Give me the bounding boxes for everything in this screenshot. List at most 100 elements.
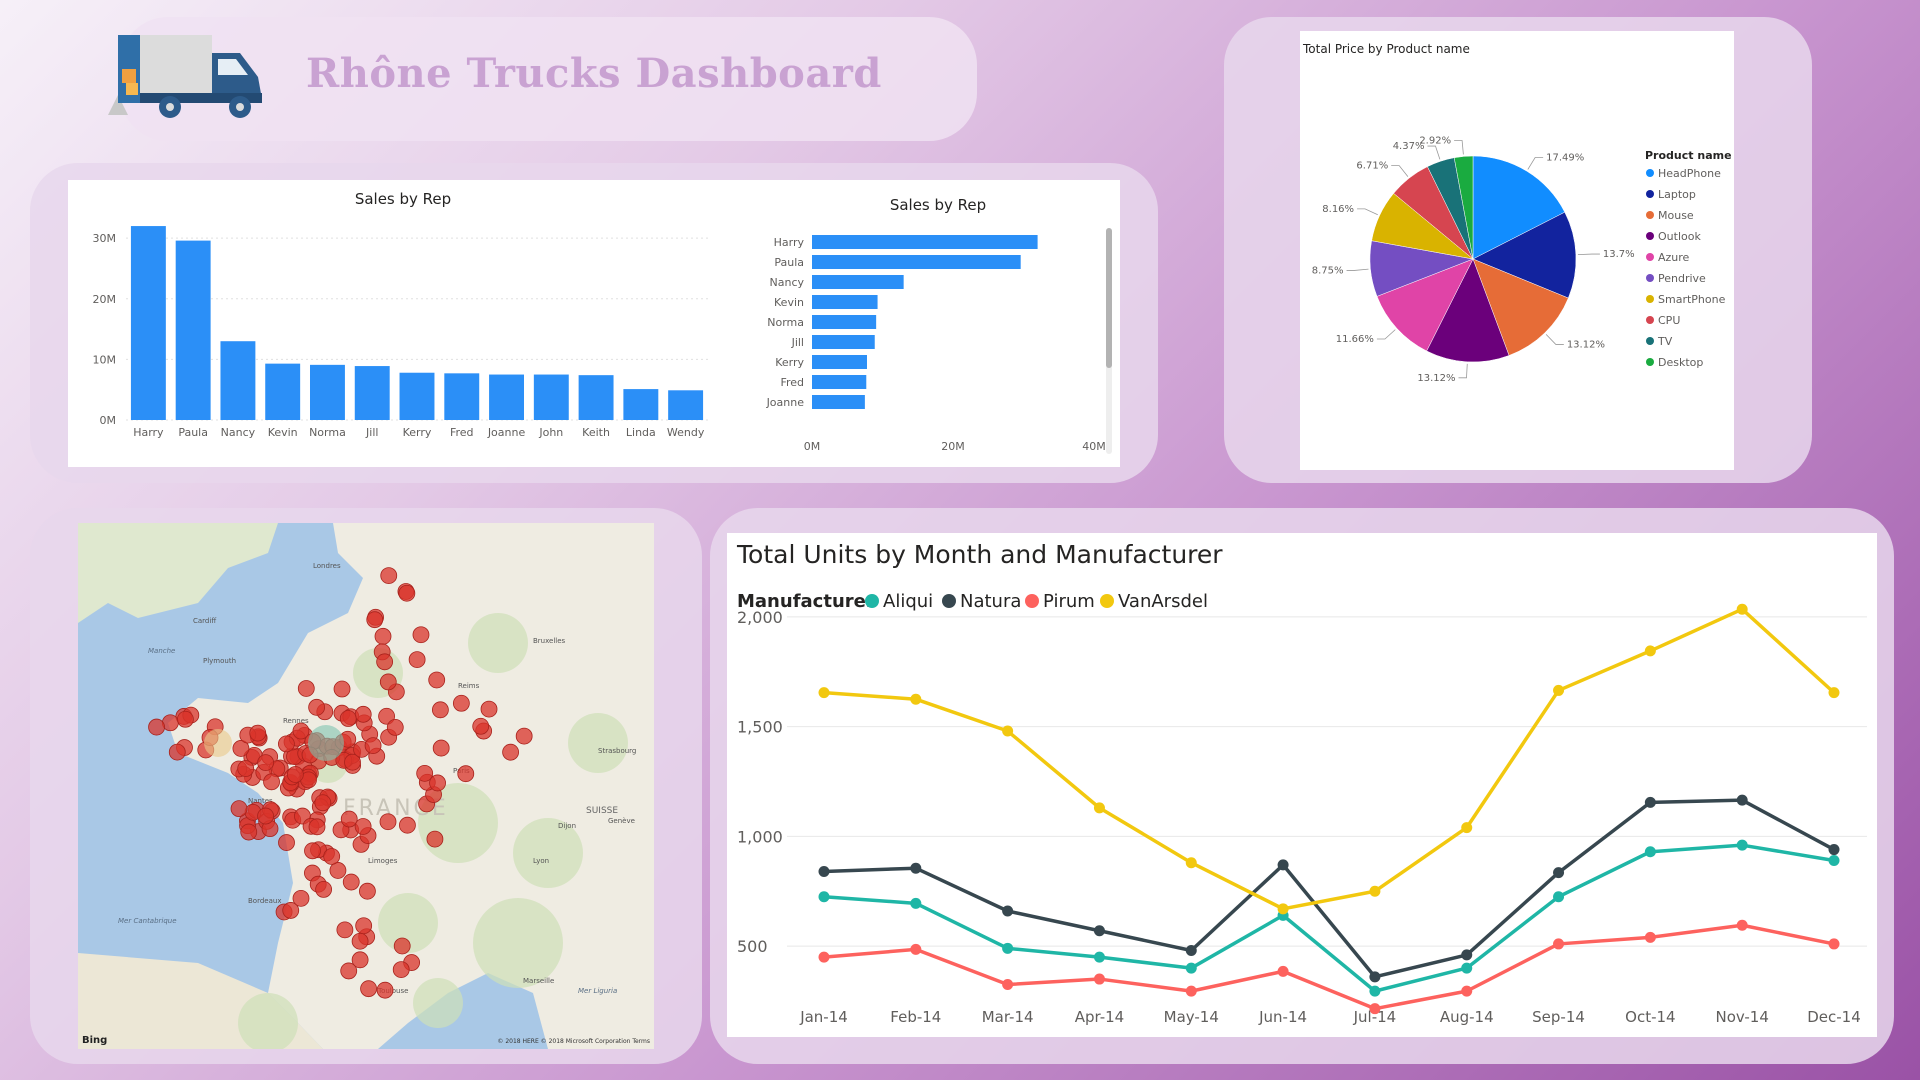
line-point <box>1093 802 1105 814</box>
line-point <box>1736 603 1748 615</box>
line-point <box>1461 985 1473 997</box>
bing-logo: Bing <box>82 1035 107 1046</box>
sales-column-xtick: Norma <box>309 426 346 439</box>
sales-horizontal-bar <box>812 275 904 289</box>
map-terrain <box>468 613 528 673</box>
pie-leader-line <box>1527 157 1544 170</box>
line-title: Total Units by Month and Manufacturer <box>736 540 1223 569</box>
line-point <box>1185 985 1197 997</box>
pie-legend-label: Outlook <box>1658 230 1701 243</box>
line-point <box>1461 822 1473 834</box>
map-city-label: Lyon <box>533 857 549 865</box>
map-city-label: Bruxelles <box>533 637 566 645</box>
map-sales-marker <box>148 718 165 736</box>
map-sales-marker <box>379 813 397 831</box>
pie-legend-marker <box>1646 232 1654 240</box>
map-bubble-large <box>308 725 344 761</box>
pie-leader-line <box>1545 334 1564 345</box>
line-series-natura <box>823 798 1835 979</box>
line-ytick: 1,000 <box>737 827 783 846</box>
map-sales-marker <box>376 653 394 671</box>
line-point <box>910 862 922 874</box>
pie-leader-line <box>1346 268 1369 271</box>
map-sales-marker <box>315 881 333 898</box>
line-point <box>1002 979 1014 991</box>
sales-column-bar <box>399 372 435 420</box>
sales-horizontal-bar <box>812 295 878 309</box>
sales-column-bar <box>310 364 345 420</box>
sales-horizontal-ytick: Paula <box>774 256 804 269</box>
pie-legend-label: CPU <box>1658 314 1680 327</box>
map-sales-marker <box>176 710 194 728</box>
map-sales-marker <box>428 671 446 689</box>
map-city-label: Limoges <box>368 857 398 865</box>
pie-legend-label: Pendrive <box>1658 272 1706 285</box>
line-legend-label: Pirum <box>1043 591 1095 612</box>
sales-column-ytick: 0M <box>100 414 117 427</box>
pie-legend-marker <box>1646 316 1654 324</box>
line-point <box>818 951 830 963</box>
line-point <box>818 866 830 878</box>
pie-data-label: 8.16% <box>1322 204 1354 215</box>
pie-data-label: 8.75% <box>1312 265 1344 276</box>
line-legend-marker <box>865 594 879 608</box>
map-sales-marker <box>168 743 186 761</box>
line-point <box>1277 903 1289 915</box>
line-point <box>910 693 922 705</box>
sales-horizontal-ytick: Kerry <box>775 356 804 369</box>
sales-panel: Sales by Rep 0M 10M 20M 30M Harry Paula Nancy Ke… <box>68 180 1120 467</box>
line-xtick: Jun-14 <box>1258 1008 1307 1026</box>
line-point <box>818 891 830 903</box>
line-legend-marker <box>1025 594 1039 608</box>
map-sales-marker <box>230 800 248 818</box>
line-point <box>1553 938 1565 950</box>
line-point <box>1553 684 1565 696</box>
map-city-label: Cardiff <box>193 617 216 625</box>
line-xtick: Aug-14 <box>1440 1008 1494 1026</box>
map-sales-marker <box>359 882 376 900</box>
map-sales-marker <box>354 818 372 835</box>
map-sales-marker <box>333 680 351 698</box>
map-city-label: Londres <box>313 562 341 570</box>
pie-legend-title: Product name <box>1645 149 1732 162</box>
pie-data-label: 11.66% <box>1336 334 1374 345</box>
sales-column-bar <box>489 374 524 420</box>
pie-leader-line <box>1357 208 1378 216</box>
map-sales-marker <box>342 873 360 891</box>
map-sales-marker <box>399 816 416 834</box>
map-panel[interactable]: LondresCardiffPlymouthParisLyonBordeauxM… <box>78 523 654 1049</box>
dashboard-title: Rhône Trucks Dashboard <box>306 50 882 97</box>
pie-legend-marker <box>1646 253 1654 261</box>
line-xtick: Feb-14 <box>890 1008 941 1026</box>
sales-horizontal-bar <box>812 395 865 409</box>
map-sales-marker <box>340 810 358 828</box>
map-sales-marker <box>386 718 404 736</box>
sales-column-ytick: 10M <box>93 353 117 366</box>
sales-column-bar <box>578 375 614 420</box>
scrollbar-thumb[interactable] <box>1106 228 1112 368</box>
map-city-label: Strasbourg <box>598 747 636 755</box>
map-sales-marker <box>429 774 446 792</box>
map-sales-marker <box>323 848 341 865</box>
map-sales-marker <box>480 700 498 718</box>
line-point <box>910 897 922 909</box>
sales-column-xtick: Jill <box>365 426 378 439</box>
map-terrain <box>473 898 563 988</box>
pie-data-label: 17.49% <box>1546 153 1584 164</box>
line-point <box>1828 844 1840 856</box>
sales-column-bar <box>533 374 569 420</box>
map-city-label: Plymouth <box>203 657 236 665</box>
map-sales-marker <box>304 842 321 860</box>
sales-column-xtick: Wendy <box>667 426 705 439</box>
sales-horizontal-xtick: 40M <box>1082 440 1106 453</box>
france-map[interactable]: LondresCardiffPlymouthParisLyonBordeauxM… <box>78 523 654 1049</box>
map-sales-marker <box>354 705 372 723</box>
map-city-label: Marseille <box>523 977 554 985</box>
line-point <box>1369 971 1381 983</box>
line-ytick: 500 <box>737 937 768 956</box>
pie-panel: Total Price by Product name 17.49% 13.7% 13… <box>1300 31 1734 470</box>
sales-column-bar <box>444 373 480 420</box>
map-sales-marker <box>297 680 315 697</box>
pie-data-label: 13.12% <box>1417 373 1455 384</box>
map-sales-marker <box>351 932 369 950</box>
